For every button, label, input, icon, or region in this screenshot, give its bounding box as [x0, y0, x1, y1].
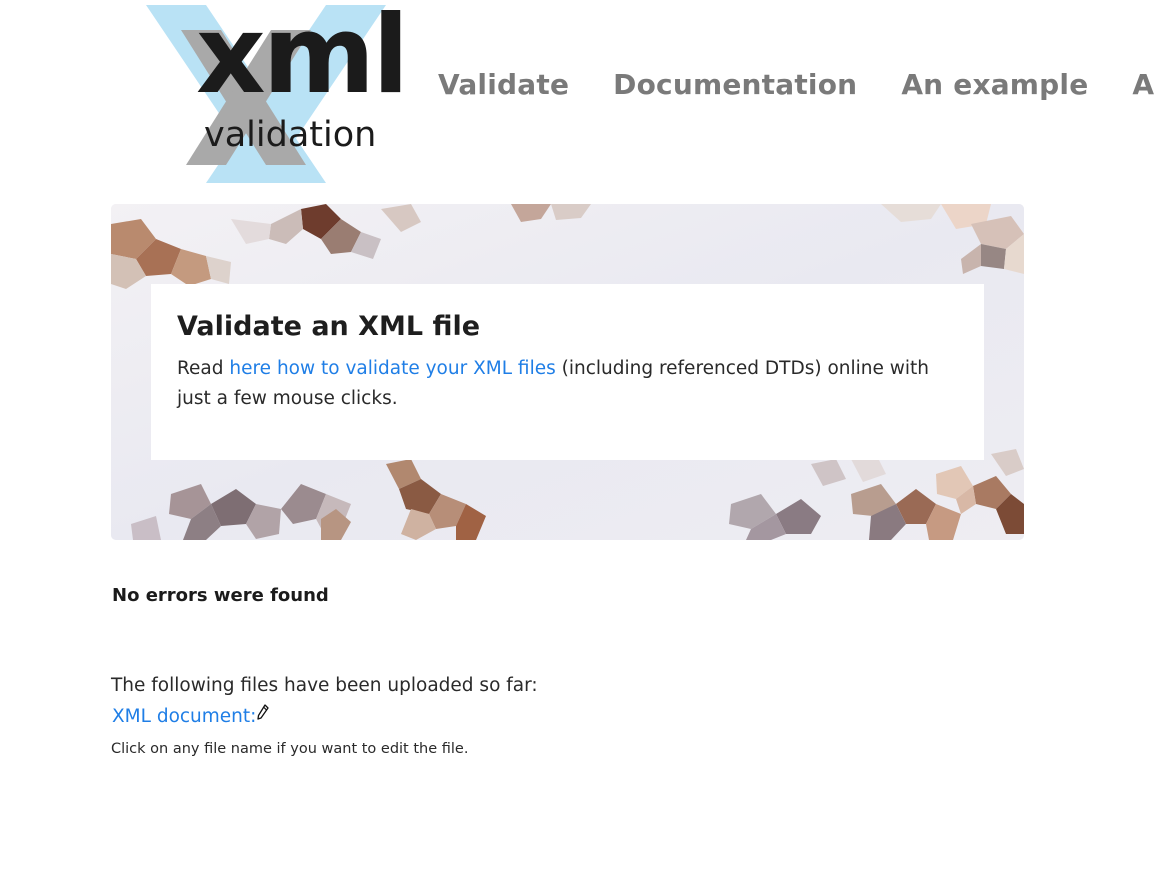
- hero-card: Validate an XML file Read here how to va…: [151, 284, 984, 460]
- hero-text-before: Read: [177, 358, 230, 379]
- page: xml validation Validate Documentation An…: [0, 0, 1154, 883]
- hero-title: Validate an XML file: [177, 311, 481, 342]
- hero-description: Read here how to validate your XML files…: [177, 354, 958, 414]
- file-link-label: XML document:: [112, 706, 257, 727]
- logo-sub-text: validation: [204, 115, 377, 155]
- file-link-xml-document[interactable]: XML document:: [112, 702, 270, 730]
- hero-banner: Validate an XML file Read here how to va…: [111, 204, 1024, 540]
- pencil-icon: [257, 702, 270, 728]
- nav-item-validate[interactable]: Validate: [438, 68, 569, 101]
- logo-main-text: xml: [196, 0, 409, 118]
- site-logo[interactable]: xml validation: [136, 0, 409, 185]
- uploaded-files-intro: The following files have been uploaded s…: [111, 675, 538, 696]
- nav-item-example[interactable]: An example: [901, 68, 1088, 101]
- nav-item-about[interactable]: Abou: [1132, 68, 1154, 101]
- how-to-validate-link[interactable]: here how to validate your XML files: [229, 358, 555, 379]
- nav-item-documentation[interactable]: Documentation: [613, 68, 857, 101]
- edit-file-hint: Click on any file name if you want to ed…: [111, 741, 469, 757]
- validation-result-message: No errors were found: [112, 585, 329, 606]
- main-nav: Validate Documentation An example Abou: [438, 68, 1154, 101]
